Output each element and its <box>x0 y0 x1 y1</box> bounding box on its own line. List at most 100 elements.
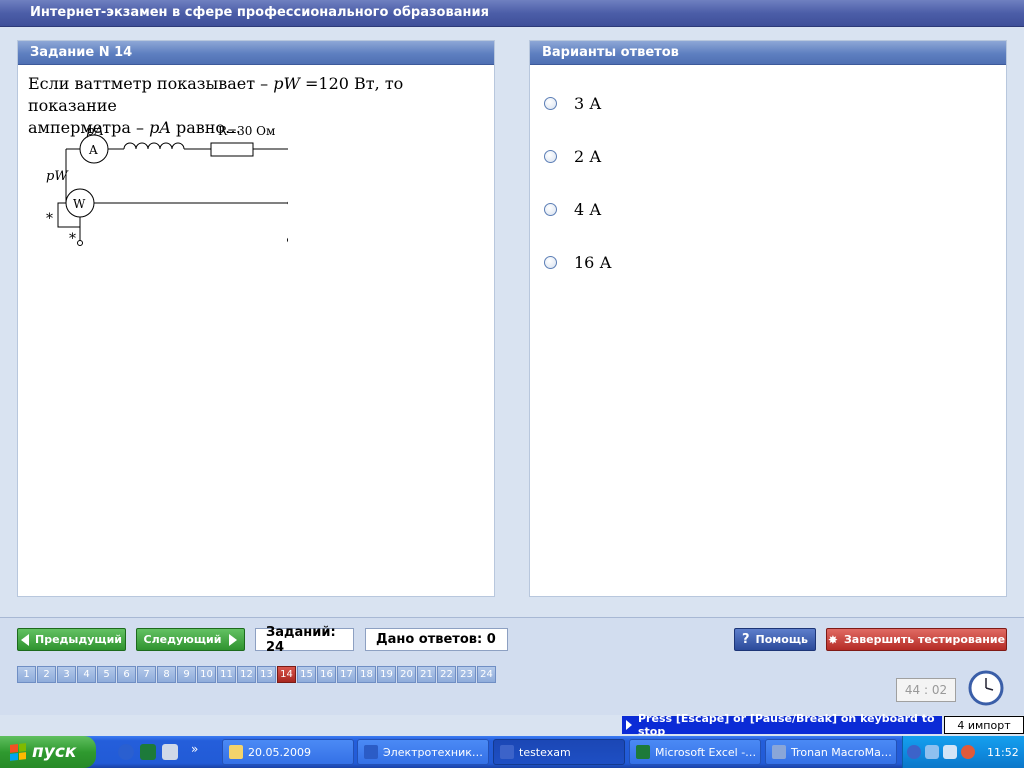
question-number-1[interactable]: 1 <box>17 666 36 683</box>
radio-icon[interactable] <box>544 96 557 110</box>
question-number-7[interactable]: 7 <box>137 666 156 683</box>
next-button-label: Следующий <box>143 633 222 646</box>
task-app-icon <box>772 745 786 759</box>
task-app-icon <box>500 745 514 759</box>
question-var-pw: pW <box>273 74 300 93</box>
answer-option-1[interactable]: 3 А <box>544 93 601 113</box>
question-number-11[interactable]: 11 <box>217 666 236 683</box>
task-app-icon <box>636 745 650 759</box>
circuit-diagram: pA A R=30 Ом pW W * * <box>46 124 288 247</box>
bmp-quicklaunch-icon[interactable] <box>162 744 178 760</box>
question-number-12[interactable]: 12 <box>237 666 256 683</box>
circuit-resistor-label: R=30 Ом <box>218 124 275 138</box>
previous-button-label: Предыдущий <box>34 633 122 646</box>
task-app-icon <box>229 745 243 759</box>
question-number-6[interactable]: 6 <box>117 666 136 683</box>
answered-count: Дано ответов: 0 <box>365 628 508 651</box>
question-number-16[interactable]: 16 <box>317 666 336 683</box>
hint-arrow-icon <box>626 720 632 730</box>
question-number-14[interactable]: 14 <box>277 666 296 683</box>
question-number-23[interactable]: 23 <box>457 666 476 683</box>
question-navigator: 1 2 3 4 5 6 7 8 9 10 11 12 13 14 15 16 17 18 19 20 21 22 23 24 <box>17 666 497 683</box>
quicklaunch-chevron-icon[interactable]: » <box>191 742 198 756</box>
tray-back-icon[interactable] <box>907 745 921 759</box>
answer-label: 2 А <box>574 146 602 166</box>
answer-label: 3 А <box>574 93 602 113</box>
taskbar-task-4[interactable]: Microsoft Excel -… <box>629 739 761 765</box>
question-number-5[interactable]: 5 <box>97 666 116 683</box>
arrow-left-icon <box>20 633 29 646</box>
question-number-15[interactable]: 15 <box>297 666 316 683</box>
ie-quicklaunch-icon[interactable] <box>118 744 134 760</box>
finish-test-label: Завершить тестирование <box>843 633 1006 646</box>
total-tasks: Заданий: 24 <box>255 625 354 655</box>
answer-option-3[interactable]: 4 А <box>544 199 601 219</box>
ammeter-symbol: A <box>88 143 98 157</box>
clock-icon <box>968 670 1004 706</box>
radio-icon[interactable] <box>544 149 557 163</box>
tray-network-icon[interactable] <box>925 745 939 759</box>
next-button[interactable]: Следующий <box>136 628 245 651</box>
task-app-icon <box>364 745 378 759</box>
question-header: Задание N 14 <box>18 41 494 65</box>
question-number-9[interactable]: 9 <box>177 666 196 683</box>
question-number-22[interactable]: 22 <box>437 666 456 683</box>
task-label: Microsoft Excel -… <box>655 745 757 759</box>
task-label: 20.05.2009 <box>248 745 311 759</box>
previous-button[interactable]: Предыдущий <box>17 628 126 651</box>
question-number-2[interactable]: 2 <box>37 666 56 683</box>
escape-hint: Press [Escape] or [Pause/Break] on keybo… <box>622 712 942 738</box>
answer-label: 16 А <box>574 252 612 272</box>
running-man-icon: ✸ <box>827 632 838 647</box>
answer-label: 4 А <box>574 199 602 219</box>
taskbar-task-2[interactable]: Электротехник… <box>357 739 489 765</box>
taskbar: пуск » 20.05.2009 Электротехник… testexam M… <box>0 736 1024 768</box>
tray-monitor-icon[interactable] <box>943 745 957 759</box>
question-line1-a: Если ваттметр показывает – <box>28 74 274 93</box>
keyboard-layout-indicator[interactable]: 4 импорт <box>944 716 1024 734</box>
start-label: пуск <box>32 742 77 762</box>
window-title: Интернет-экзамен в сфере профессионально… <box>30 5 489 20</box>
help-icon: ? <box>742 632 750 647</box>
answer-option-4[interactable]: 16 А <box>544 252 612 272</box>
radio-icon[interactable] <box>544 255 557 269</box>
help-button-label: Помощь <box>755 633 808 646</box>
question-number-21[interactable]: 21 <box>417 666 436 683</box>
question-number-8[interactable]: 8 <box>157 666 176 683</box>
taskbar-task-5[interactable]: Tronan MacroMa… <box>765 739 897 765</box>
question-panel: Задание N 14 Если ваттметр показывает – … <box>17 40 495 597</box>
task-label: Электротехник… <box>383 745 483 759</box>
tray-clock: 11:52 <box>987 745 1019 759</box>
finish-test-button[interactable]: ✸ Завершить тестирование <box>826 628 1007 651</box>
circuit-star-voltage: * <box>69 231 76 247</box>
start-button[interactable]: пуск <box>0 736 96 768</box>
taskbar-task-3[interactable]: testexam <box>493 739 625 765</box>
task-label: Tronan MacroMa… <box>791 745 892 759</box>
window-title-bar: Интернет-экзамен в сфере профессионально… <box>0 0 1024 27</box>
circuit-star-current: * <box>46 211 53 227</box>
help-button[interactable]: ? Помощь <box>734 628 816 651</box>
answer-option-2[interactable]: 2 А <box>544 146 601 166</box>
question-number-18[interactable]: 18 <box>357 666 376 683</box>
question-number-17[interactable]: 17 <box>337 666 356 683</box>
taskbar-task-1[interactable]: 20.05.2009 <box>222 739 354 765</box>
answers-header: Варианты ответов <box>530 41 1006 65</box>
tray-antivirus-icon[interactable] <box>961 745 975 759</box>
timer: 44 : 02 <box>896 678 956 702</box>
question-number-13[interactable]: 13 <box>257 666 276 683</box>
question-number-19[interactable]: 19 <box>377 666 396 683</box>
question-number-20[interactable]: 20 <box>397 666 416 683</box>
answers-panel: Варианты ответов 3 А 2 А 4 А 16 А <box>529 40 1007 597</box>
question-number-10[interactable]: 10 <box>197 666 216 683</box>
question-number-24[interactable]: 24 <box>477 666 496 683</box>
circuit-wattmeter-label: pW <box>46 169 69 184</box>
radio-icon[interactable] <box>544 202 557 216</box>
system-tray: 11:52 <box>902 736 1024 768</box>
arrow-right-icon <box>229 633 238 646</box>
question-number-3[interactable]: 3 <box>57 666 76 683</box>
question-number-4[interactable]: 4 <box>77 666 96 683</box>
excel-quicklaunch-icon[interactable] <box>140 744 156 760</box>
windows-logo-icon <box>10 743 26 761</box>
circuit-ammeter-label: pA <box>86 124 104 139</box>
wattmeter-symbol: W <box>73 197 86 211</box>
